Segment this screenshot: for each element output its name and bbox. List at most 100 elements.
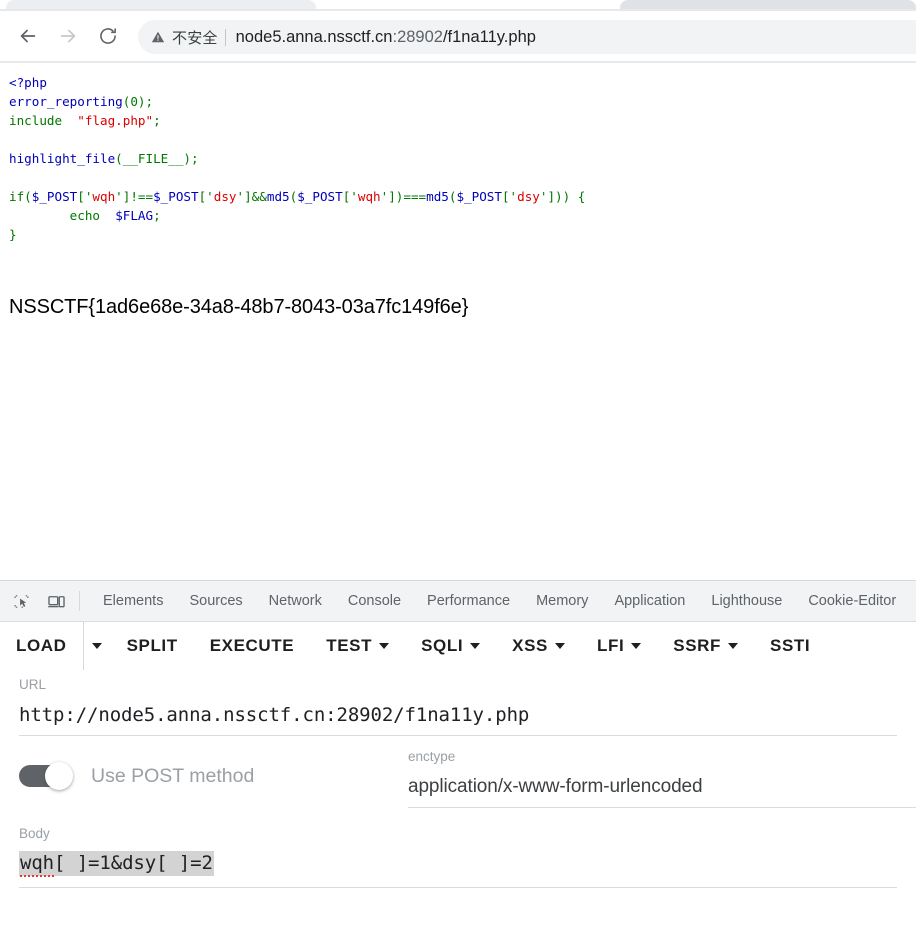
browser-chrome: 不安全 node5.anna.nssctf.cn:28902/f1na11y.p… (0, 0, 916, 63)
load-button[interactable]: LOAD (0, 622, 83, 670)
reload-icon (98, 26, 118, 46)
code-var-flag: $FLAG (115, 208, 154, 223)
use-post-method-row[interactable]: Use POST method (19, 762, 254, 790)
code-op: '])) { (539, 189, 586, 204)
code-semicolon-2: ; (153, 208, 161, 223)
devtools-panel: Elements Sources Network Console Perform… (0, 580, 916, 931)
lfi-label: LFI (597, 636, 625, 655)
inspect-element-icon[interactable] (7, 587, 35, 615)
omnibox-divider (224, 28, 226, 46)
php-open-tag: <?php (9, 75, 47, 90)
ssti-menu-button[interactable]: SSTI (754, 622, 826, 670)
code-var-post-2: $_POST (153, 189, 199, 204)
toggle-knob (45, 762, 73, 790)
body-input-rest: [ ]=1&dsy[ ]=2 (54, 852, 213, 874)
url-input[interactable]: http://node5.anna.nssctf.cn:28902/f1na11… (19, 704, 897, 726)
not-secure-warning-icon[interactable] (150, 29, 166, 45)
code-op: '])=== (380, 189, 427, 204)
test-label: TEST (326, 636, 373, 655)
tab-console[interactable]: Console (335, 581, 414, 621)
body-misspelled-word: wqh (20, 852, 54, 877)
code-close-brace: } (9, 227, 17, 242)
tab-application[interactable]: Application (601, 581, 698, 621)
sqli-label: SQLI (421, 636, 464, 655)
security-status-label: 不安全 (172, 29, 218, 47)
code-var-post-3: $_POST (297, 189, 343, 204)
devtools-toolbar-divider (79, 591, 80, 611)
chevron-down-icon (728, 642, 739, 649)
ssrf-label: SSRF (673, 636, 722, 655)
body-field-underline (19, 887, 897, 888)
hackbar-toolbar: LOAD SPLIT EXECUTE TEST SQLI XSS LFI SSR… (0, 622, 916, 670)
code-key-wqh-2: wqh (357, 189, 381, 204)
php-source-highlight: <?php error_reporting(0); include "flag.… (9, 73, 585, 244)
enctype-field: enctype application/x-www-form-urlencode… (408, 749, 916, 808)
tab-memory[interactable]: Memory (523, 581, 601, 621)
xss-menu-button[interactable]: XSS (496, 622, 581, 670)
lfi-menu-button[interactable]: LFI (581, 622, 657, 670)
arrow-right-icon (57, 25, 79, 47)
forward-button[interactable] (53, 21, 83, 51)
back-button[interactable] (13, 21, 43, 51)
code-key-dsy-1: dsy (213, 189, 237, 204)
devtools-tab-bar: Elements Sources Network Console Perform… (0, 581, 916, 622)
code-fn-highlight-file: highlight_file (9, 151, 116, 166)
code-key-dsy-2: dsy (517, 189, 540, 204)
url-port: :28902 (392, 27, 443, 46)
flag-output: NSSCTF{1ad6e68e-34a8-48b7-8043-03a7fc149… (9, 296, 469, 318)
browser-tab[interactable] (620, 0, 916, 9)
url-field-underline (19, 735, 897, 736)
tab-cookie-editor[interactable]: Cookie-Editor (795, 581, 909, 621)
enctype-input[interactable]: application/x-www-form-urlencoded (408, 776, 916, 798)
code-op: [' (342, 189, 358, 204)
code-op: ']&& (236, 189, 267, 204)
load-dropdown-button[interactable] (82, 622, 111, 670)
reload-button[interactable] (93, 21, 123, 51)
code-args-file: (__FILE__); (115, 151, 199, 166)
use-post-method-label: Use POST method (91, 764, 255, 787)
code-fn-error-reporting: error_reporting (9, 94, 123, 109)
sqli-menu-button[interactable]: SQLI (405, 622, 496, 670)
device-toolbar-icon[interactable] (42, 587, 70, 615)
address-bar[interactable]: 不安全 node5.anna.nssctf.cn:28902/f1na11y.p… (138, 20, 916, 54)
code-op: [' (77, 189, 93, 204)
tab-sources[interactable]: Sources (176, 581, 255, 621)
code-var-post-1: $_POST (31, 189, 78, 204)
url-field: URL http://node5.anna.nssctf.cn:28902/f1… (19, 677, 897, 736)
code-key-wqh-1: wqh (92, 189, 116, 204)
code-args: (0); (122, 94, 154, 109)
code-fn-md5-2: md5 (426, 189, 449, 204)
use-post-method-toggle[interactable] (19, 762, 75, 790)
ssrf-menu-button[interactable]: SSRF (657, 622, 754, 670)
enctype-field-underline (408, 807, 916, 808)
chevron-down-icon (555, 642, 565, 649)
url-field-label: URL (19, 677, 47, 692)
code-kw-echo: echo (69, 208, 101, 223)
body-field: Body wqh[ ]=1&dsy[ ]=2 (19, 826, 897, 888)
address-bar-url[interactable]: node5.anna.nssctf.cn:28902/f1na11y.php (236, 28, 536, 47)
chevron-down-icon (92, 643, 103, 649)
code-str-flagphp: "flag.php" (77, 113, 154, 128)
tab-lighthouse[interactable]: Lighthouse (698, 581, 795, 621)
split-button[interactable]: SPLIT (111, 622, 194, 670)
url-path: /f1na11y.php (442, 27, 536, 46)
code-if-open: if( (9, 189, 32, 204)
tab-network[interactable]: Network (256, 581, 335, 621)
body-input[interactable]: wqh[ ]=1&dsy[ ]=2 (19, 851, 214, 877)
page-content: <?php error_reporting(0); include "flag.… (0, 63, 916, 580)
code-var-post-4: $_POST (456, 189, 502, 204)
tab-strip (0, 0, 916, 9)
url-host: node5.anna.nssctf.cn (235, 27, 393, 46)
arrow-left-icon (17, 25, 39, 47)
load-split-button[interactable]: LOAD (0, 622, 111, 670)
code-kw-include: include (9, 113, 63, 128)
tab-performance[interactable]: Performance (414, 581, 523, 621)
chevron-down-icon (470, 642, 481, 649)
code-semicolon: ; (153, 113, 161, 128)
browser-tab[interactable] (6, 0, 316, 9)
test-menu-button[interactable]: TEST (310, 622, 405, 670)
xss-label: XSS (512, 636, 548, 655)
body-field-label: Body (19, 826, 50, 841)
tab-elements[interactable]: Elements (90, 581, 176, 621)
execute-button[interactable]: EXECUTE (194, 622, 311, 670)
